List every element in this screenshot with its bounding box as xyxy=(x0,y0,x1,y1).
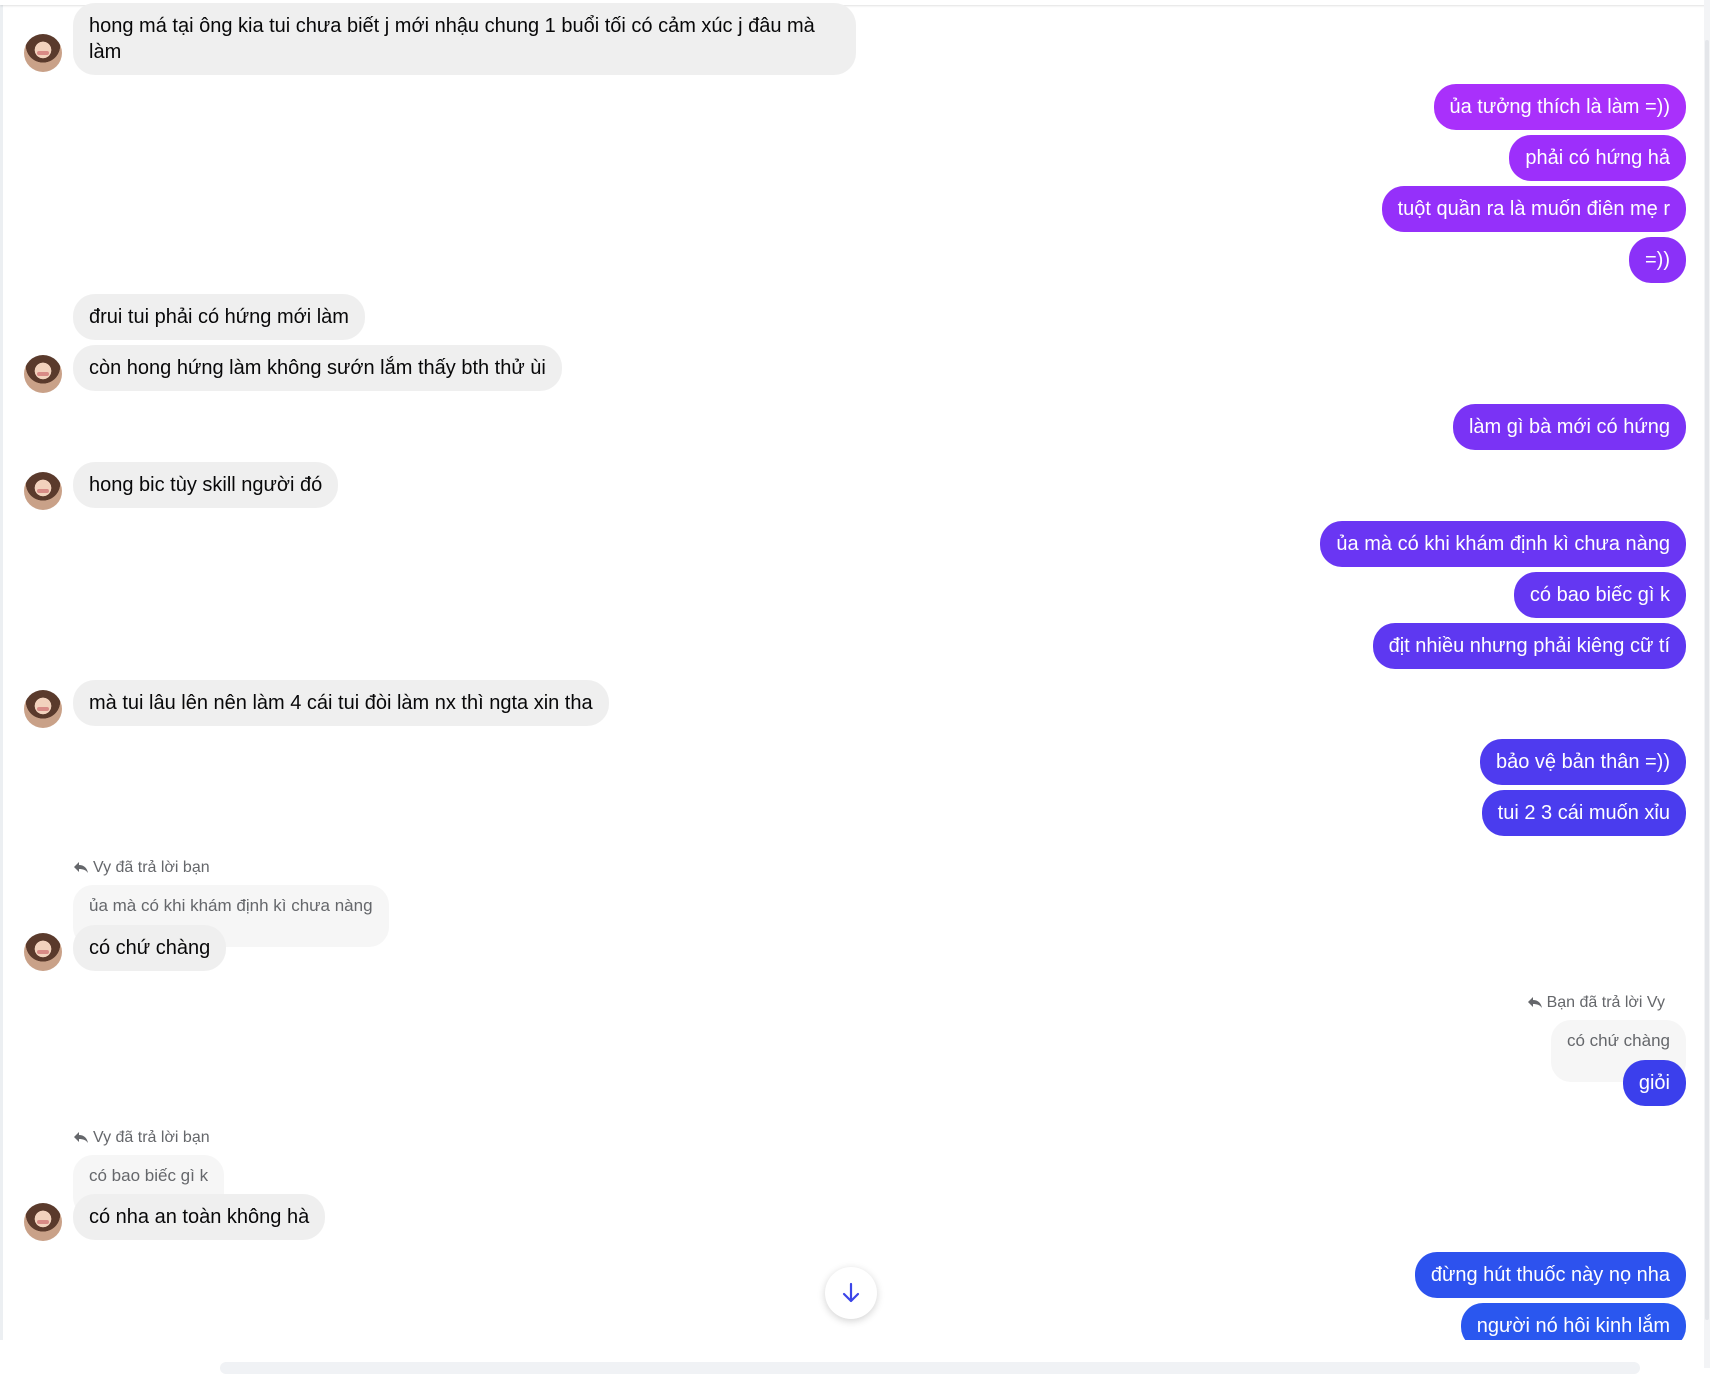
message-incoming[interactable]: đrui tui phải có hứng mới làm xyxy=(73,294,365,340)
avatar[interactable] xyxy=(24,34,62,72)
message-outgoing[interactable]: bảo vệ bản thân =)) xyxy=(1479,739,1686,785)
reply-note: Vy đã trả lời bạn xyxy=(73,1128,210,1148)
message-outgoing[interactable]: tuột quần ra là muốn điên mẹ r xyxy=(1381,186,1686,232)
reply-arrow-icon xyxy=(74,862,88,873)
reply-note-text: Vy đã trả lời bạn xyxy=(93,1129,210,1146)
message-outgoing[interactable]: ủa tưởng thích là làm =)) xyxy=(1433,84,1686,130)
message-incoming[interactable]: hong bic tùy skill người đó xyxy=(73,462,339,508)
message-outgoing[interactable]: có bao biếc gì k xyxy=(1513,572,1686,618)
message-outgoing[interactable]: địt nhiều nhưng phải kiêng cữ tí xyxy=(1372,623,1686,669)
message-outgoing[interactable]: =)) xyxy=(1629,237,1686,283)
message-outgoing[interactable]: ủa mà có khi khám định kì chưa nàng xyxy=(1320,521,1686,567)
arrow-down-icon xyxy=(842,1282,860,1303)
left-edge xyxy=(0,0,3,1368)
avatar[interactable] xyxy=(24,690,62,728)
reply-arrow-icon xyxy=(74,1132,88,1143)
scrollbar-thumb[interactable] xyxy=(1705,40,1709,1320)
message-outgoing[interactable]: làm gì bà mới có hứng xyxy=(1452,404,1686,450)
scroll-to-bottom-button[interactable] xyxy=(825,1267,877,1319)
avatar[interactable] xyxy=(24,355,62,393)
reply-note-text: Vy đã trả lời bạn xyxy=(93,859,210,876)
message-composer[interactable] xyxy=(220,1362,1640,1374)
message-incoming[interactable]: mà tui lâu lên nên làm 4 cái tui đòi làm… xyxy=(73,680,609,726)
message-outgoing[interactable]: đừng hút thuốc này nọ nha xyxy=(1414,1252,1686,1298)
avatar[interactable] xyxy=(24,472,62,510)
message-incoming[interactable]: có nha an toàn không hà xyxy=(73,1194,326,1240)
message-outgoing[interactable]: tui 2 3 cái muốn xỉu xyxy=(1481,790,1686,836)
avatar[interactable] xyxy=(24,1203,62,1241)
reply-note: Bạn đã trả lời Vy xyxy=(1527,993,1665,1013)
avatar[interactable] xyxy=(24,933,62,971)
reply-note: Vy đã trả lời bạn xyxy=(73,858,210,878)
scrollbar-track[interactable] xyxy=(1704,0,1710,1368)
reply-arrow-icon xyxy=(1527,997,1542,1008)
message-incoming[interactable]: hong má tại ông kia tui chưa biết j mới … xyxy=(73,3,856,75)
message-outgoing[interactable]: phải có hứng hả xyxy=(1509,135,1686,181)
message-outgoing[interactable]: giỏi xyxy=(1622,1060,1686,1106)
reply-note-text: Bạn đã trả lời Vy xyxy=(1546,994,1665,1011)
message-incoming[interactable]: có chứ chàng xyxy=(73,925,227,971)
message-incoming[interactable]: còn hong hứng làm không sướn lắm thấy bt… xyxy=(73,345,562,391)
